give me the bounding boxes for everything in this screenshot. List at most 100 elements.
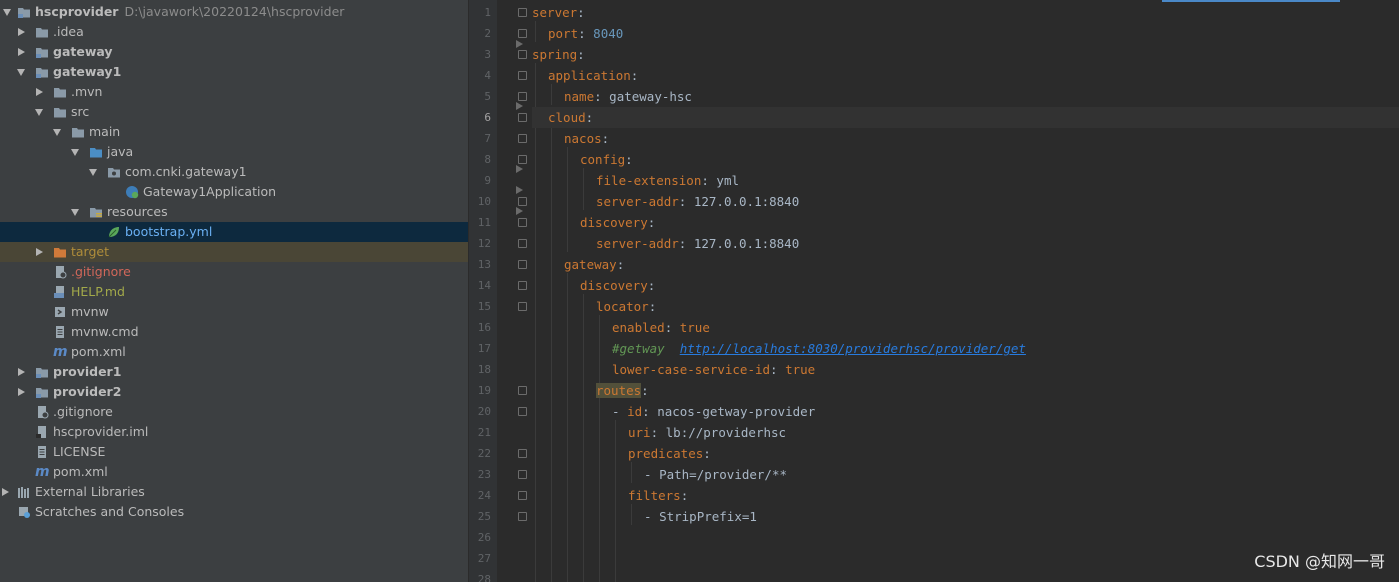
fold-arrow-icon[interactable] bbox=[516, 40, 523, 48]
chevron-down-icon[interactable] bbox=[53, 129, 61, 136]
fold-marker-icon[interactable] bbox=[518, 71, 527, 80]
code-line[interactable]: #getway http://localhost:8030/providerhs… bbox=[532, 338, 1399, 359]
tree-item-iml[interactable]: hscprovider.iml bbox=[0, 422, 468, 442]
comment-url-link[interactable]: http://localhost:8030/providerhsc/provid… bbox=[680, 341, 1026, 356]
fold-arrow-icon[interactable] bbox=[516, 186, 523, 194]
chevron-right-icon[interactable] bbox=[36, 248, 43, 256]
tree-item-mvnw-cmd[interactable]: mvnw.cmd bbox=[0, 322, 468, 342]
fold-marker-icon[interactable] bbox=[518, 29, 527, 38]
tree-item-target[interactable]: target bbox=[0, 242, 468, 262]
code-line-empty[interactable] bbox=[532, 527, 1399, 548]
tree-item-help-md[interactable]: HELP.md bbox=[0, 282, 468, 302]
code-line[interactable]: locator: bbox=[532, 296, 1399, 317]
fold-marker-icon[interactable] bbox=[518, 449, 527, 458]
line-number: 3 bbox=[484, 48, 491, 61]
fold-marker-icon[interactable] bbox=[518, 470, 527, 479]
code-line[interactable]: - StripPrefix=1 bbox=[532, 506, 1399, 527]
code-line[interactable]: - Path=/provider/** bbox=[532, 464, 1399, 485]
tree-item-main[interactable]: main bbox=[0, 122, 468, 142]
tree-item-pom-xml[interactable]: m pom.xml bbox=[0, 342, 468, 362]
code-line[interactable]: server: bbox=[532, 2, 1399, 23]
code-line[interactable]: application: bbox=[532, 65, 1399, 86]
yaml-separator: : bbox=[616, 257, 625, 272]
chevron-right-icon[interactable] bbox=[36, 88, 43, 96]
code-line[interactable]: spring: bbox=[532, 44, 1399, 65]
tree-root[interactable]: hscprovider D:\javawork\20220124\hscprovi… bbox=[0, 2, 468, 22]
tree-item-gateway[interactable]: gateway bbox=[0, 42, 468, 62]
tree-item-idea[interactable]: .idea bbox=[0, 22, 468, 42]
code-line[interactable]: file-extension: yml bbox=[532, 170, 1399, 191]
fold-marker-icon[interactable] bbox=[518, 113, 527, 122]
tree-item-scratches[interactable]: Scratches and Consoles bbox=[0, 502, 468, 522]
tree-item-gitignore-root[interactable]: .gitignore bbox=[0, 402, 468, 422]
code-line[interactable]: predicates: bbox=[532, 443, 1399, 464]
fold-marker-icon[interactable] bbox=[518, 407, 527, 416]
chevron-down-icon[interactable] bbox=[89, 169, 97, 176]
code-line[interactable]: filters: bbox=[532, 485, 1399, 506]
fold-marker-icon[interactable] bbox=[518, 8, 527, 17]
fold-marker-icon[interactable] bbox=[518, 218, 527, 227]
fold-marker-icon[interactable] bbox=[518, 281, 527, 290]
tree-item-license[interactable]: LICENSE bbox=[0, 442, 468, 462]
tree-item-gitignore[interactable]: .gitignore bbox=[0, 262, 468, 282]
chevron-right-icon[interactable] bbox=[18, 388, 25, 396]
fold-marker-icon[interactable] bbox=[518, 50, 527, 59]
code-line[interactable]: lower-case-service-id: true bbox=[532, 359, 1399, 380]
chevron-down-icon[interactable] bbox=[3, 9, 11, 16]
fold-arrow-icon[interactable] bbox=[516, 207, 523, 215]
fold-marker-icon[interactable] bbox=[518, 155, 527, 164]
tree-item-provider2[interactable]: provider2 bbox=[0, 382, 468, 402]
code-line[interactable]: uri: lb://providerhsc bbox=[532, 422, 1399, 443]
chevron-right-icon[interactable] bbox=[18, 48, 25, 56]
code-line[interactable]: gateway: bbox=[532, 254, 1399, 275]
tree-item-pom-xml-root[interactable]: m pom.xml bbox=[0, 462, 468, 482]
tree-item-provider1[interactable]: provider1 bbox=[0, 362, 468, 382]
chevron-right-icon[interactable] bbox=[2, 488, 9, 496]
code-editor[interactable]: 1 2 3 4 5 6 7 8 9 10 11 12 13 14 15 16 1… bbox=[469, 0, 1399, 582]
fold-arrow-icon[interactable] bbox=[516, 165, 523, 173]
tree-item-external-libraries[interactable]: External Libraries bbox=[0, 482, 468, 502]
fold-marker-icon[interactable] bbox=[518, 239, 527, 248]
chevron-right-icon[interactable] bbox=[18, 368, 25, 376]
yaml-value: true bbox=[679, 320, 710, 335]
code-line[interactable]: discovery: bbox=[532, 275, 1399, 296]
code-line[interactable]: port: 8040 bbox=[532, 23, 1399, 44]
code-line[interactable]: routes: bbox=[532, 380, 1399, 401]
fold-marker-icon[interactable] bbox=[518, 491, 527, 500]
tree-item-src[interactable]: src bbox=[0, 102, 468, 122]
chevron-down-icon[interactable] bbox=[71, 149, 79, 156]
tree-item-gateway1application[interactable]: Gateway1Application bbox=[0, 182, 468, 202]
code-line[interactable]: discovery: bbox=[532, 212, 1399, 233]
code-line[interactable]: enabled: true bbox=[532, 317, 1399, 338]
tree-item-java[interactable]: java bbox=[0, 142, 468, 162]
fold-marker-icon[interactable] bbox=[518, 386, 527, 395]
maven-icon: m bbox=[35, 464, 50, 480]
chevron-down-icon[interactable] bbox=[35, 109, 43, 116]
tree-item-bootstrap-yml[interactable]: bootstrap.yml bbox=[0, 222, 468, 242]
fold-arrow-icon[interactable] bbox=[516, 102, 523, 110]
code-line[interactable]: config: bbox=[532, 149, 1399, 170]
folder-icon bbox=[36, 28, 48, 38]
chevron-down-icon[interactable] bbox=[17, 69, 25, 76]
code-line-current[interactable]: cloud: bbox=[532, 107, 1399, 128]
code-line[interactable]: nacos: bbox=[532, 128, 1399, 149]
chevron-down-icon[interactable] bbox=[71, 209, 79, 216]
fold-marker-icon[interactable] bbox=[518, 92, 527, 101]
code-line[interactable]: - id: nacos-getway-provider bbox=[532, 401, 1399, 422]
code-line[interactable]: server-addr: 127.0.0.1:8840 bbox=[532, 191, 1399, 212]
fold-marker-icon[interactable] bbox=[518, 134, 527, 143]
tree-item-package[interactable]: com.cnki.gateway1 bbox=[0, 162, 468, 182]
tree-item-resources[interactable]: resources bbox=[0, 202, 468, 222]
code-line[interactable]: name: gateway-hsc bbox=[532, 86, 1399, 107]
fold-marker-icon[interactable] bbox=[518, 197, 527, 206]
chevron-right-icon[interactable] bbox=[18, 28, 25, 36]
yaml-dash: - bbox=[644, 509, 660, 524]
fold-marker-icon[interactable] bbox=[518, 512, 527, 521]
fold-marker-icon[interactable] bbox=[518, 260, 527, 269]
tree-item-label: bootstrap.yml bbox=[125, 224, 213, 239]
tree-item-gateway1[interactable]: gateway1 bbox=[0, 62, 468, 82]
tree-item-mvn[interactable]: .mvn bbox=[0, 82, 468, 102]
code-line[interactable]: server-addr: 127.0.0.1:8840 bbox=[532, 233, 1399, 254]
tree-item-mvnw[interactable]: mvnw bbox=[0, 302, 468, 322]
fold-marker-icon[interactable] bbox=[518, 302, 527, 311]
